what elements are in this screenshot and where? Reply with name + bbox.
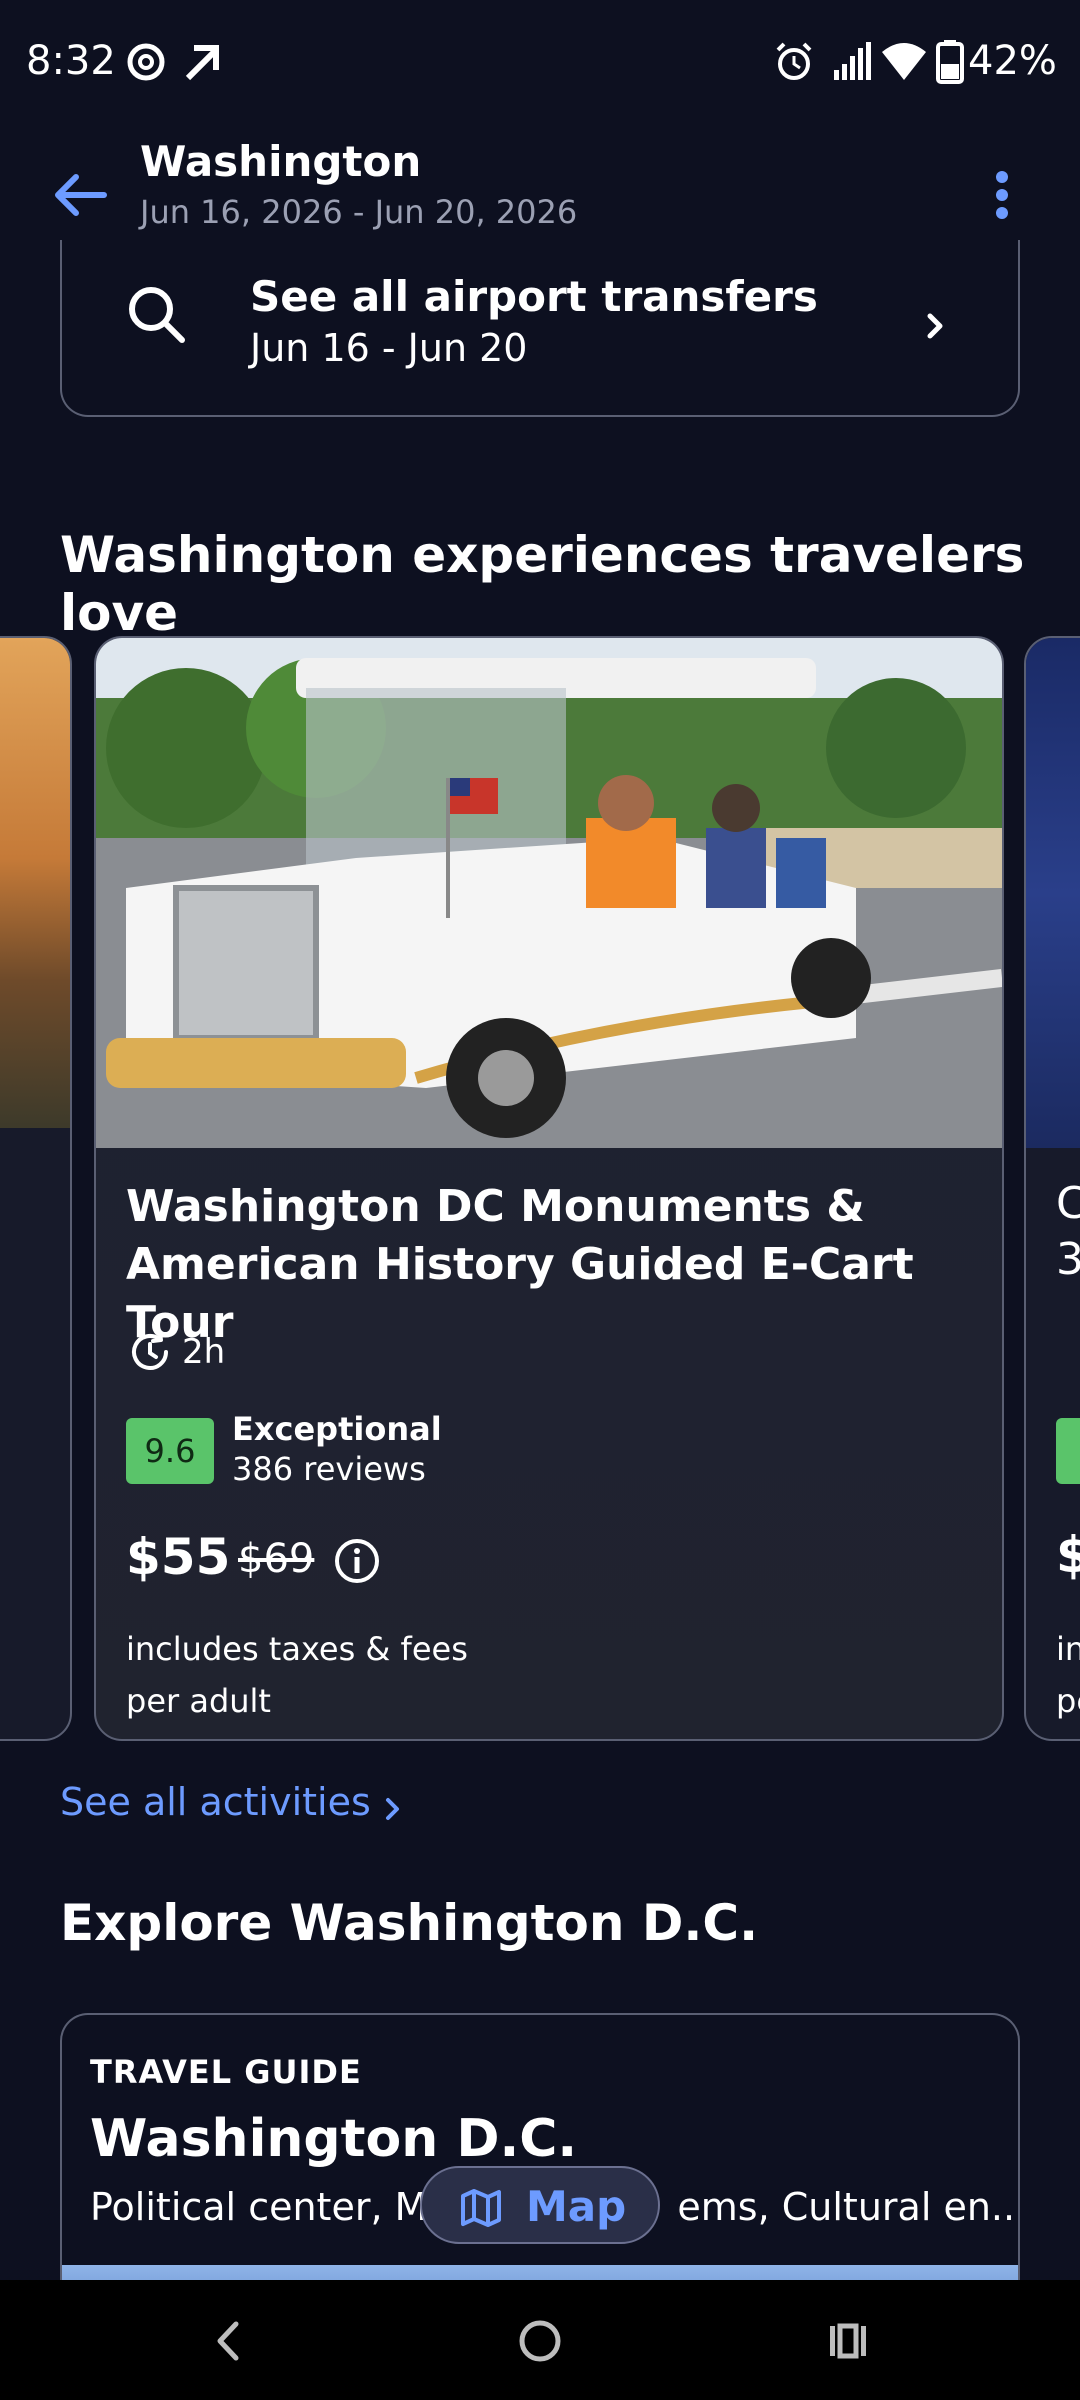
activity-title: Washington DC Monuments & American Histo… xyxy=(126,1181,914,1348)
nav-recents-button[interactable] xyxy=(808,2306,888,2376)
map-icon xyxy=(461,2189,501,2227)
activity-image xyxy=(1026,638,1080,1148)
price-note: includes taxes & fees xyxy=(126,1630,468,1668)
more-options-button[interactable] xyxy=(974,155,1030,235)
guide-eyebrow: TRAVEL GUIDE xyxy=(90,2053,362,2091)
nav-back-button[interactable] xyxy=(190,2306,270,2376)
rating-badge xyxy=(1056,1418,1080,1484)
system-navigation-bar xyxy=(0,2280,1080,2400)
alarm-icon xyxy=(776,42,812,80)
map-button-label: Map xyxy=(526,2182,627,2231)
battery-percentage: 42% xyxy=(968,38,1057,84)
activity-card-next[interactable]: C 3 $ in pe xyxy=(1024,636,1080,1741)
threads-icon xyxy=(127,43,165,81)
activity-image xyxy=(96,638,1002,1148)
duration-text: 2h xyxy=(182,1332,226,1372)
battery-icon xyxy=(936,40,964,84)
clock-icon xyxy=(132,1330,168,1370)
airport-transfers-card[interactable]: See all airport transfers Jun 16 - Jun 2… xyxy=(60,240,1020,417)
price-info-button[interactable] xyxy=(332,1536,382,1590)
map-button[interactable]: Map xyxy=(420,2166,660,2244)
status-time: 8:32 xyxy=(26,38,116,84)
trip-dates: Jun 16, 2026 - Jun 20, 2026 xyxy=(140,193,578,231)
more-vertical-icon xyxy=(996,171,1008,219)
explore-section-title: Explore Washington D.C. xyxy=(60,1894,759,1952)
rating-label: Exceptional xyxy=(232,1410,442,1448)
current-price: $55 xyxy=(126,1528,231,1586)
price-unit: pe xyxy=(1056,1682,1080,1720)
duration-row: 2h xyxy=(126,1328,225,1378)
recents-icon xyxy=(830,2323,866,2359)
price-note: in xyxy=(1056,1630,1080,1668)
chevron-right-icon xyxy=(386,1798,399,1820)
see-all-activities-link[interactable]: See all activities xyxy=(60,1780,371,1824)
experiences-section-title: Washington experiences travelers love xyxy=(60,526,1025,642)
activity-title-preview-line2: 3 xyxy=(1056,1234,1080,1285)
transfers-dates: Jun 16 - Jun 20 xyxy=(250,326,528,370)
signal-icon xyxy=(834,42,871,80)
wifi-icon xyxy=(882,43,926,80)
activity-card-previous[interactable] xyxy=(0,636,72,1741)
guide-description-end: ems, Cultural en... xyxy=(677,2185,1020,2229)
guide-title: Washington D.C. xyxy=(90,2109,578,2169)
rating-badge: 9.6 xyxy=(126,1418,214,1484)
current-price: $ xyxy=(1056,1526,1080,1584)
info-icon xyxy=(335,1539,379,1583)
home-icon xyxy=(519,2320,561,2362)
original-price: $69 xyxy=(238,1536,315,1582)
chevron-right-icon xyxy=(927,313,943,339)
guide-description-start: Political center, M xyxy=(90,2185,428,2229)
activity-card[interactable]: Washington DC Monuments & American Histo… xyxy=(94,636,1004,1741)
price-unit: per adult xyxy=(126,1682,271,1720)
search-icon xyxy=(129,287,185,343)
back-button[interactable] xyxy=(42,155,122,235)
arrow-up-right-icon xyxy=(185,45,219,81)
back-icon xyxy=(217,2321,239,2361)
activity-title-preview-line1: C xyxy=(1056,1178,1080,1229)
back-arrow-icon xyxy=(55,174,107,216)
nav-home-button[interactable] xyxy=(500,2306,580,2376)
page-title: Washington xyxy=(140,137,422,186)
activity-image xyxy=(0,638,70,1128)
review-count: 386 reviews xyxy=(232,1450,426,1488)
status-bar: 8:32 42% xyxy=(0,0,1080,125)
app-screen: 8:32 42% Washington Jun 16, 2026 - Jun 2… xyxy=(0,0,1080,2400)
transfers-title: See all airport transfers xyxy=(250,272,818,321)
